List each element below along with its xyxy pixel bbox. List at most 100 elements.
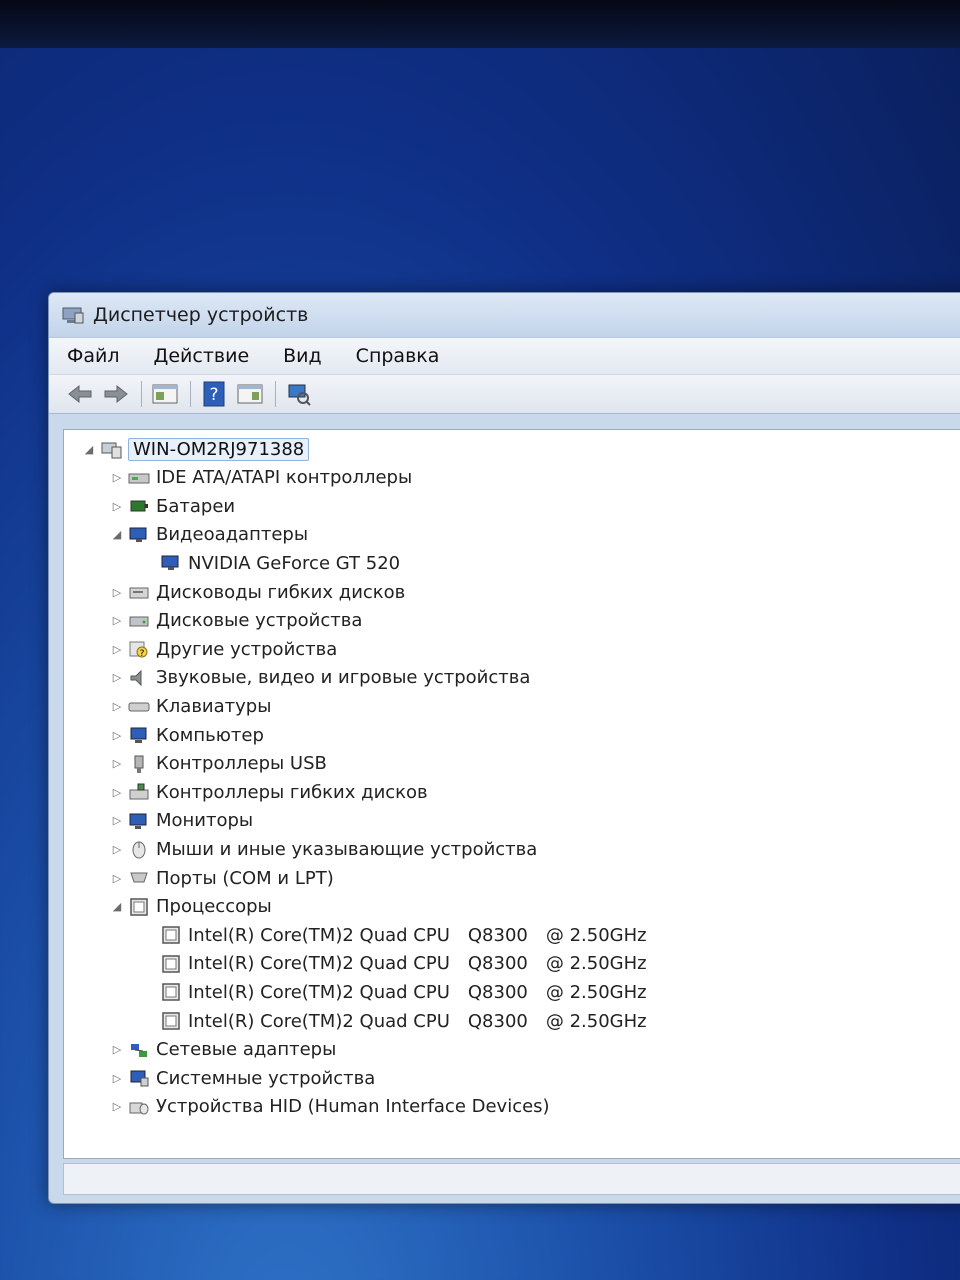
tree-category-14[interactable]: ◢ Процессоры <box>110 894 272 920</box>
tree-category-0[interactable]: ▷ IDE ATA/ATAPI контроллеры <box>110 465 412 491</box>
tree-category-12[interactable]: ▷ Мыши и иные указывающие устройства <box>110 836 538 862</box>
cpu-speed: @ 2.50GHz <box>545 953 647 975</box>
help-icon[interactable]: ? <box>199 380 229 408</box>
floppy-drive-icon <box>128 582 150 602</box>
tree-category-13[interactable]: ▷ Порты (COM и LPT) <box>110 865 334 891</box>
tree-category-15[interactable]: ▷ Сетевые адаптеры <box>110 1037 337 1063</box>
tree-item-label: Процессоры <box>156 896 272 918</box>
port-icon <box>128 868 150 888</box>
cpu-model: Q8300 <box>467 1010 528 1032</box>
device-tree: ◢ WIN-OM2RJ971388 ▷ IDE ATA/ATAPI контролле… <box>64 430 960 1158</box>
expand-arrow-icon[interactable]: ▷ <box>110 786 124 799</box>
tree-item-label: Компьютер <box>156 724 264 746</box>
tree-item-label: Дисководы гибких дисков <box>156 581 406 603</box>
forward-arrow-icon[interactable] <box>101 380 131 408</box>
expand-arrow-icon[interactable]: ▷ <box>110 671 124 684</box>
cpu-model: Q8300 <box>467 981 528 1003</box>
tree-category-5[interactable]: ▷? Другие устройства <box>110 636 338 662</box>
expand-arrow-icon[interactable]: ▷ <box>110 729 124 742</box>
tree-item-label: Контроллеры гибких дисков <box>156 781 428 803</box>
tree-category-2[interactable]: ◢ Видеоадаптеры <box>110 522 308 548</box>
menu-bar: Файл Действие Вид Справка <box>49 337 960 374</box>
menu-help[interactable]: Справка <box>352 342 444 370</box>
device-manager-window: Диспетчер устройств Файл Действие Вид Сп… <box>48 292 960 1204</box>
tree-item-label: Батареи <box>156 495 236 517</box>
properties-icon[interactable] <box>150 380 180 408</box>
usb-icon <box>128 754 150 774</box>
cpu-model: Q8300 <box>467 953 528 975</box>
device-manager-icon <box>61 305 85 325</box>
tree-item-label: Мониторы <box>156 810 254 832</box>
toolbar-separator <box>141 381 142 407</box>
cpu-speed: @ 2.50GHz <box>545 924 647 946</box>
tree-item-label: NVIDIA GeForce GT 520 <box>188 552 401 574</box>
expand-arrow-icon[interactable]: ▷ <box>110 643 124 656</box>
tree-category-11[interactable]: ▷ Мониторы <box>110 808 253 834</box>
tree-category-1[interactable]: ▷ Батареи <box>110 493 235 519</box>
display-adapter-icon <box>160 553 182 573</box>
collapse-arrow-icon[interactable]: ◢ <box>110 528 124 541</box>
tree-category-16[interactable]: ▷ Системные устройства <box>110 1065 376 1091</box>
computer-name-label: WIN-OM2RJ971388 <box>128 437 310 461</box>
tree-category-6[interactable]: ▷ Звуковые, видео и игровые устройства <box>110 665 531 691</box>
tree-device-gpu[interactable]: NVIDIA GeForce GT 520 <box>142 550 400 576</box>
expand-arrow-icon[interactable]: ▷ <box>110 700 124 713</box>
tree-category-7[interactable]: ▷ Клавиатуры <box>110 693 272 719</box>
menu-file[interactable]: Файл <box>63 342 124 370</box>
processor-icon <box>160 925 182 945</box>
tree-item-label: Сетевые адаптеры <box>156 1039 337 1061</box>
status-bar <box>63 1163 960 1195</box>
tree-device-cpu-3[interactable]: Intel(R) Core(TM)2 Quad CPU Q8300 @ 2.50GH… <box>142 1008 647 1034</box>
tree-item-label: Intel(R) Core(TM)2 Quad CPU <box>188 981 450 1003</box>
tree-root-computer[interactable]: ◢ WIN-OM2RJ971388 <box>82 436 310 462</box>
tree-item-label: Устройства HID (Human Interface Devices) <box>156 1096 550 1118</box>
tree-category-9[interactable]: ▷ Контроллеры USB <box>110 751 327 777</box>
tree-category-10[interactable]: ▷ Контроллеры гибких дисков <box>110 779 428 805</box>
expand-arrow-icon[interactable]: ▷ <box>110 586 124 599</box>
tree-item-label: Другие устройства <box>156 638 338 660</box>
tree-device-cpu-2[interactable]: Intel(R) Core(TM)2 Quad CPU Q8300 @ 2.50GH… <box>142 979 647 1005</box>
expand-arrow-icon[interactable]: ▷ <box>110 843 124 856</box>
expand-arrow-icon[interactable]: ▷ <box>110 471 124 484</box>
tree-category-17[interactable]: ▷ Устройства HID (Human Interface Devices… <box>110 1094 550 1120</box>
device-tree-pane[interactable]: ◢ WIN-OM2RJ971388 ▷ IDE ATA/ATAPI контролле… <box>63 429 960 1159</box>
disk-drive-icon <box>128 611 150 631</box>
menu-view[interactable]: Вид <box>279 342 326 370</box>
expand-arrow-icon[interactable]: ▷ <box>110 757 124 770</box>
collapse-arrow-icon[interactable]: ◢ <box>110 900 124 913</box>
expand-arrow-icon[interactable]: ▷ <box>110 1043 124 1056</box>
view-icon[interactable] <box>235 380 265 408</box>
mouse-icon <box>128 839 150 859</box>
title-bar[interactable]: Диспетчер устройств <box>49 293 960 337</box>
expand-arrow-icon[interactable]: ▷ <box>110 814 124 827</box>
scan-hardware-icon[interactable] <box>284 380 314 408</box>
expand-arrow-icon[interactable]: ▷ <box>110 872 124 885</box>
tree-category-8[interactable]: ▷ Компьютер <box>110 722 264 748</box>
ide-controller-icon <box>128 468 150 488</box>
tree-item-label: Intel(R) Core(TM)2 Quad CPU <box>188 924 450 946</box>
tree-category-3[interactable]: ▷ Дисководы гибких дисков <box>110 579 406 605</box>
display-adapter-icon <box>128 525 150 545</box>
tree-item-label: Звуковые, видео и игровые устройства <box>156 667 531 689</box>
tree-category-4[interactable]: ▷ Дисковые устройства <box>110 608 363 634</box>
monitor-icon <box>128 811 150 831</box>
back-arrow-icon[interactable] <box>65 380 95 408</box>
tree-device-cpu-0[interactable]: Intel(R) Core(TM)2 Quad CPU Q8300 @ 2.50GH… <box>142 922 647 948</box>
tree-item-label: Системные устройства <box>156 1067 376 1089</box>
expand-arrow-icon[interactable]: ▷ <box>110 1072 124 1085</box>
menu-action[interactable]: Действие <box>150 342 254 370</box>
toolbar: ? <box>49 374 960 414</box>
system-device-icon <box>128 1068 150 1088</box>
processor-icon <box>128 897 150 917</box>
speaker-icon <box>128 668 150 688</box>
tree-device-cpu-1[interactable]: Intel(R) Core(TM)2 Quad CPU Q8300 @ 2.50GH… <box>142 951 647 977</box>
collapse-arrow-icon[interactable]: ◢ <box>82 443 96 456</box>
expand-arrow-icon[interactable]: ▷ <box>110 614 124 627</box>
tree-item-label: Клавиатуры <box>156 695 272 717</box>
cpu-model: Q8300 <box>467 924 528 946</box>
expand-arrow-icon[interactable]: ▷ <box>110 1100 124 1113</box>
battery-icon <box>128 496 150 516</box>
tree-item-label: IDE ATA/ATAPI контроллеры <box>156 467 413 489</box>
expand-arrow-icon[interactable]: ▷ <box>110 500 124 513</box>
svg-text:?: ? <box>209 385 218 405</box>
